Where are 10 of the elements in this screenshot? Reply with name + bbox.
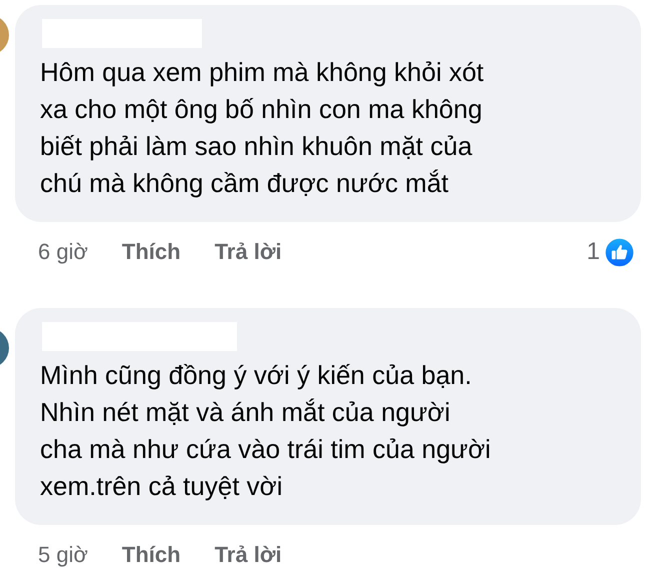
reaction-count: 1 (586, 238, 600, 266)
like-link[interactable]: Thích (122, 542, 181, 568)
comment-text: Mình cũng đồng ý với ý kiến của bạn. Nhìn nét mặt và ánh mắt của người cha mà như cứa vào trái tim của người xem.trên cả tuyệt vời (40, 359, 492, 503)
thumbs-up-icon[interactable] (604, 236, 635, 268)
reply-link[interactable]: Trả lời (214, 239, 282, 265)
like-link[interactable]: Thích (122, 239, 181, 265)
comment-time: 6 giờ (38, 239, 88, 265)
comment-time: 5 giờ (38, 542, 88, 568)
reply-link[interactable]: Trả lời (214, 542, 282, 568)
comment-text: Hôm qua xem phim mà không khỏi xót xa cho một ông bố nhìn con ma không biết phải làm sao nhìn khuôn mặt của chú mà không cầm được nước mắt (40, 56, 485, 200)
